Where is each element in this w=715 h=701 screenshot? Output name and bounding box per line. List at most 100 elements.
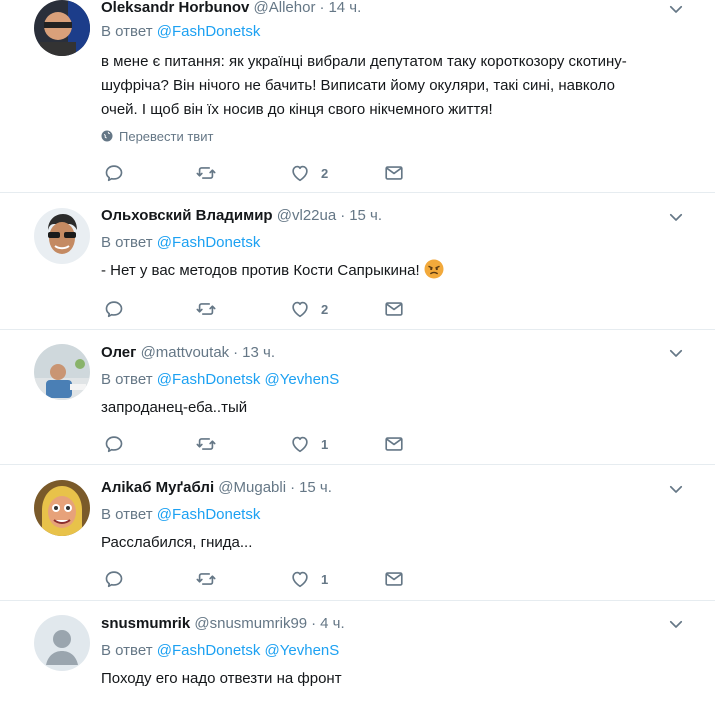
- author-handle[interactable]: @vl22ua: [277, 207, 336, 224]
- author-handle[interactable]: @snusmumrik99: [194, 615, 307, 632]
- mail-icon: [383, 298, 405, 320]
- author-name[interactable]: Ольховский Владимир: [101, 207, 273, 224]
- reply-mention[interactable]: @YevhenS: [265, 642, 340, 659]
- tweet-header: Oleksandr Horbunov @Allehor · 14 ч.: [101, 0, 361, 18]
- separator-dot: ·: [233, 344, 239, 361]
- like-button[interactable]: 2: [289, 161, 328, 185]
- tweet-header: Аліkаб Муґаблі @Mugabli · 15 ч.: [101, 478, 332, 498]
- more-options-chevron-down-icon[interactable]: [667, 0, 685, 18]
- avatar[interactable]: [34, 480, 90, 536]
- avatar-image: [34, 480, 90, 536]
- reply-prefix: В ответ: [101, 23, 153, 40]
- avatar-image: [34, 344, 90, 400]
- avatar-image: [34, 208, 90, 264]
- reply-icon: [103, 433, 125, 455]
- reply-icon: [103, 568, 125, 590]
- tweet-text: Походу его надо отвезти на фронт: [101, 667, 681, 691]
- author-handle[interactable]: @mattvoutak: [141, 344, 230, 361]
- reply-context: В ответ @FashDonetsk @YevhenS: [101, 641, 339, 661]
- angry-face-emoji-icon: [424, 259, 444, 279]
- heart-icon: [289, 162, 311, 184]
- author-name[interactable]: Олег: [101, 344, 136, 361]
- globe-icon: [101, 130, 113, 142]
- like-count: 2: [321, 165, 329, 181]
- like-button[interactable]: 2: [289, 297, 328, 321]
- author-name[interactable]: snusmumrik: [101, 615, 190, 632]
- tweet[interactable]: Аліkаб Муґаблі @Mugabli · 15 ч. В ответ @F…: [0, 465, 715, 601]
- more-options-chevron-down-icon[interactable]: [667, 208, 685, 226]
- heart-icon: [289, 433, 311, 455]
- heart-icon: [289, 298, 311, 320]
- separator-dot: ·: [319, 0, 325, 16]
- tweet-text-line: очей. І щоб він їх носив до кінця свого …: [101, 101, 493, 118]
- tweet[interactable]: Олег @mattvoutak · 13 ч. В ответ @FashDone…: [0, 330, 715, 465]
- tweet-text-line: шуфріча? Він нічого не бачить! Виписати …: [101, 77, 615, 94]
- tweet-text: в мене є питання: як українці вибрали де…: [101, 50, 681, 122]
- avatar[interactable]: [34, 615, 90, 671]
- mail-icon: [383, 568, 405, 590]
- translate-tweet-link[interactable]: Перевести твит: [101, 129, 213, 145]
- tweet[interactable]: Ольховский Владимир @vl22ua · 15 ч. В отве…: [0, 193, 715, 330]
- retweet-button[interactable]: [195, 432, 217, 456]
- more-options-chevron-down-icon[interactable]: [667, 615, 685, 633]
- timestamp[interactable]: 13 ч.: [242, 344, 275, 361]
- avatar[interactable]: [34, 208, 90, 264]
- reply-mention[interactable]: @FashDonetsk: [157, 23, 261, 40]
- direct-message-button[interactable]: [383, 161, 405, 185]
- reply-prefix: В ответ: [101, 371, 153, 388]
- direct-message-button[interactable]: [383, 432, 405, 456]
- reply-button[interactable]: [103, 161, 125, 185]
- tweet-text-line: - Нет у вас методов против Кости Сапрыки…: [101, 259, 681, 283]
- separator-dot: ·: [340, 207, 346, 224]
- like-count: 2: [321, 301, 329, 317]
- timestamp[interactable]: 15 ч.: [299, 479, 332, 496]
- author-name[interactable]: Аліkаб Муґаблі: [101, 479, 214, 496]
- reply-mention[interactable]: @FashDonetsk: [157, 371, 261, 388]
- more-options-chevron-down-icon[interactable]: [667, 344, 685, 362]
- reply-mention[interactable]: @FashDonetsk: [157, 234, 261, 251]
- like-count: 1: [321, 436, 329, 452]
- timestamp[interactable]: 4 ч.: [320, 615, 345, 632]
- tweet-text-line: запроданец-еба..тый: [101, 399, 248, 416]
- like-button[interactable]: 1: [289, 432, 328, 456]
- tweet-text-line: Походу его надо отвезти на фронт: [101, 670, 342, 687]
- reply-button[interactable]: [103, 432, 125, 456]
- reply-mention[interactable]: @YevhenS: [265, 371, 340, 388]
- separator-dot: ·: [311, 615, 317, 632]
- translate-label: Перевести твит: [119, 129, 214, 144]
- direct-message-button[interactable]: [383, 567, 405, 591]
- retweet-icon: [195, 162, 217, 184]
- reply-button[interactable]: [103, 297, 125, 321]
- reply-mention[interactable]: @FashDonetsk: [157, 642, 261, 659]
- timestamp[interactable]: 14 ч.: [328, 0, 361, 16]
- like-count: 1: [321, 571, 329, 587]
- mail-icon: [383, 433, 405, 455]
- retweet-icon: [195, 298, 217, 320]
- default-avatar-icon: [34, 615, 90, 671]
- tweet[interactable]: Oleksandr Horbunov @Allehor · 14 ч. В отве…: [0, 0, 715, 193]
- tweet-header: Олег @mattvoutak · 13 ч.: [101, 343, 275, 363]
- tweet[interactable]: snusmumrik @snusmumrik99 · 4 ч. В ответ @F…: [0, 601, 715, 701]
- retweet-button[interactable]: [195, 567, 217, 591]
- like-button[interactable]: 1: [289, 567, 328, 591]
- timestamp[interactable]: 15 ч.: [349, 207, 382, 224]
- reply-mention[interactable]: @FashDonetsk: [157, 506, 261, 523]
- more-options-chevron-down-icon[interactable]: [667, 480, 685, 498]
- author-name[interactable]: Oleksandr Horbunov: [101, 0, 249, 16]
- author-handle[interactable]: @Mugabli: [218, 479, 286, 496]
- reply-icon: [103, 162, 125, 184]
- heart-icon: [289, 568, 311, 590]
- avatar[interactable]: [34, 0, 90, 56]
- author-handle[interactable]: @Allehor: [254, 0, 316, 16]
- retweet-button[interactable]: [195, 297, 217, 321]
- reply-prefix: В ответ: [101, 234, 153, 251]
- direct-message-button[interactable]: [383, 297, 405, 321]
- reply-prefix: В ответ: [101, 506, 153, 523]
- tweet-text-content: - Нет у вас методов против Кости Сапрыки…: [101, 262, 420, 279]
- retweet-button[interactable]: [195, 161, 217, 185]
- tweet-header: snusmumrik @snusmumrik99 · 4 ч.: [101, 614, 345, 634]
- reply-context: В ответ @FashDonetsk: [101, 22, 260, 42]
- reply-button[interactable]: [103, 567, 125, 591]
- avatar[interactable]: [34, 344, 90, 400]
- reply-context: В ответ @FashDonetsk: [101, 233, 260, 253]
